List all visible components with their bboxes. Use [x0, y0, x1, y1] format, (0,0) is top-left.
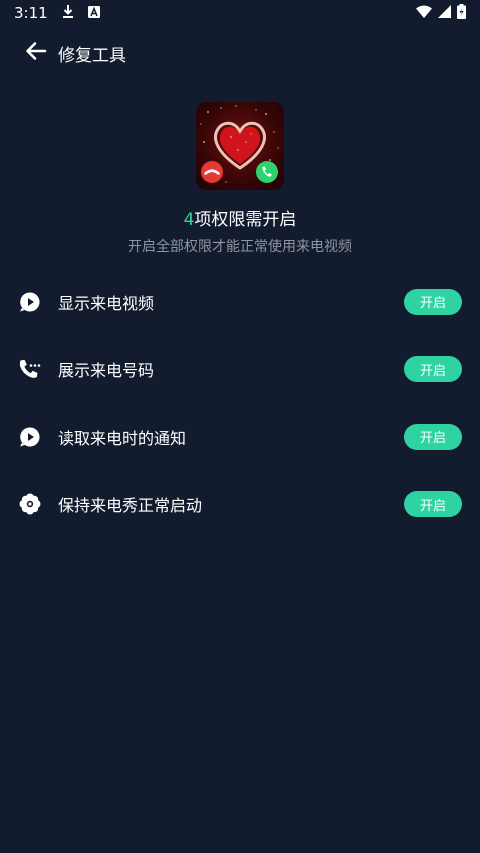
- permission-label: 保持来电秀正常启动: [58, 496, 203, 516]
- permission-count-heading: 4项权限需开启: [0, 205, 480, 230]
- call-show-preview-image: [196, 102, 284, 190]
- wifi-icon: [416, 4, 432, 22]
- permission-row-show-number: 展示来电号码 开启: [0, 336, 480, 404]
- battery-icon: [457, 3, 466, 23]
- permission-count-suffix: 项权限需开启: [194, 210, 297, 230]
- phone-dots-icon: [18, 357, 42, 381]
- notification-play-icon: [18, 425, 42, 449]
- permission-row-keep-running: 保持来电秀正常启动 开启: [0, 471, 480, 539]
- flower-gear-icon: [18, 492, 42, 516]
- permission-row-read-notification: 读取来电时的通知 开启: [0, 403, 480, 471]
- status-bar: 3:11: [0, 0, 480, 26]
- status-time: 3:11: [14, 4, 48, 22]
- status-right: [416, 3, 466, 23]
- accept-call-icon: [256, 161, 278, 183]
- download-icon: [62, 4, 74, 22]
- back-button[interactable]: [14, 31, 58, 75]
- enable-button[interactable]: 开启: [404, 423, 462, 450]
- permission-list: 显示来电视频 开启 展示来电号码 开启 读取来电时的通知 开启 保持来电秀正常启…: [0, 268, 480, 538]
- video-play-icon: [18, 290, 42, 314]
- permission-subtitle: 开启全部权限才能正常使用来电视频: [128, 239, 352, 255]
- page-title: 修复工具: [58, 45, 126, 66]
- status-left: 3:11: [14, 4, 100, 22]
- permission-label: 展示来电号码: [58, 361, 155, 381]
- enable-button[interactable]: 开启: [404, 288, 462, 315]
- app-header: 修复工具: [0, 30, 480, 76]
- permission-count: 4: [183, 210, 195, 230]
- signal-icon: [438, 4, 451, 22]
- enable-button[interactable]: 开启: [404, 356, 462, 383]
- enable-button[interactable]: 开启: [404, 491, 462, 518]
- back-arrow-icon: [24, 39, 48, 67]
- permission-label: 读取来电时的通知: [58, 428, 187, 448]
- notification-a-icon: [87, 4, 100, 22]
- permission-label: 显示来电视频: [58, 293, 155, 313]
- permission-row-show-video: 显示来电视频 开启: [0, 268, 480, 336]
